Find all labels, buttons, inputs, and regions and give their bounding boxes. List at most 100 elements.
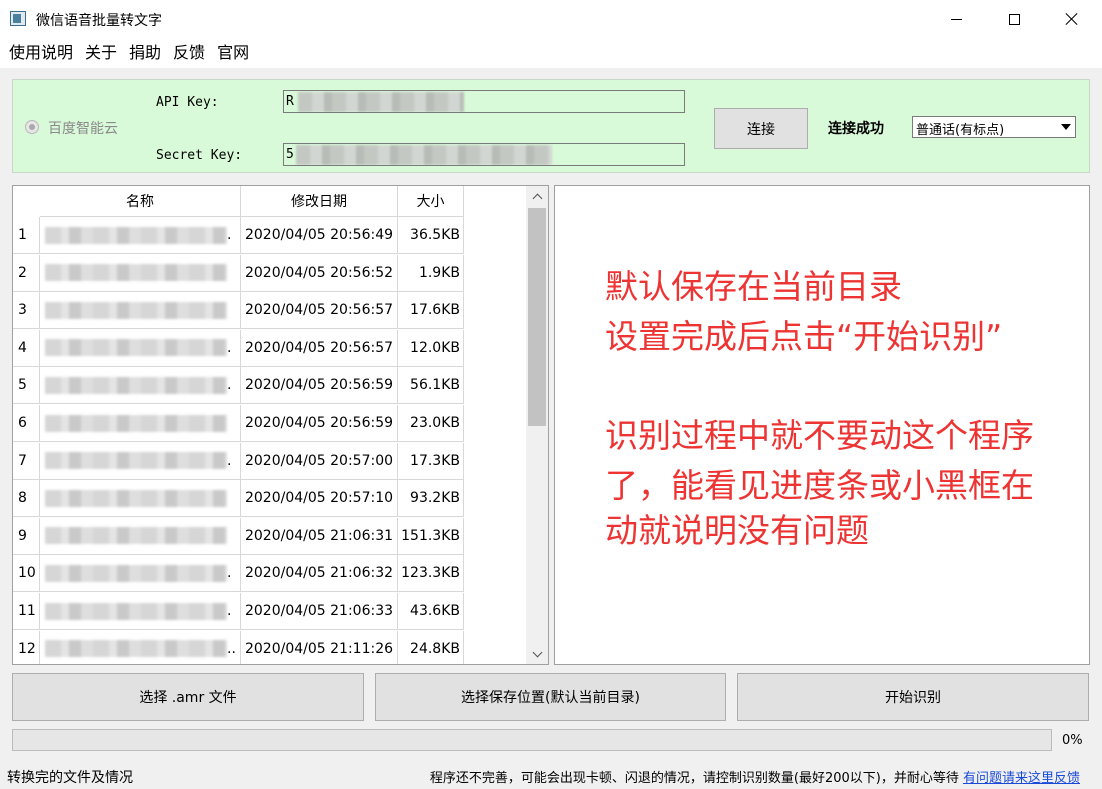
connection-panel: 百度智能云 API Key: R JSE Secret Key: 5 连接 连接… [12, 79, 1090, 173]
menu-item-donate[interactable]: 捐助 [124, 38, 166, 68]
file-name-redaction [45, 414, 227, 432]
scrollbar-thumb[interactable] [528, 208, 546, 426]
file-size: 93.2KB [398, 480, 464, 518]
title-bar: 微信语音批量转文字 [0, 0, 1102, 38]
scroll-down-button[interactable] [526, 644, 548, 664]
row-index: 7 [13, 442, 40, 480]
chevron-up-icon [532, 193, 542, 203]
table-row[interactable]: 12.. 2020/04/05 21:11:26 24.8KB [13, 630, 525, 664]
file-date: 2020/04/05 20:56:59 [241, 405, 398, 442]
file-name-redaction [45, 452, 227, 470]
file-name-suffix: . [227, 377, 232, 394]
vertical-scrollbar[interactable] [526, 186, 548, 664]
window-title: 微信语音批量转文字 [36, 13, 162, 29]
start-recognition-button[interactable]: 开始识别 [737, 673, 1089, 721]
file-date: 2020/04/05 20:56:57 [241, 292, 398, 330]
table-row[interactable]: 3 2020/04/05 20:56:57 17.6KB [13, 292, 525, 330]
table-row[interactable]: 4. 2020/04/05 20:56:57 12.0KB [13, 329, 525, 367]
file-name-redaction [45, 226, 227, 244]
file-size: 123.3KB [398, 555, 464, 593]
status-notice: 程序还不完善，可能会出现卡顿、闪退的情况，请控制识别数量(最好200以下)，并耐… [430, 767, 1080, 786]
table-row[interactable]: 2 2020/04/05 20:56:52 1.9KB [13, 254, 525, 292]
dropdown-button[interactable] [1056, 118, 1074, 136]
row-index: 3 [13, 292, 40, 330]
file-name-redaction [45, 640, 227, 658]
menu-item-feedback[interactable]: 反馈 [168, 38, 210, 68]
row-index: 12 [13, 630, 40, 664]
file-size: 36.5KB [398, 217, 464, 254]
file-size: 151.3KB [398, 517, 464, 555]
file-name-redaction [45, 489, 227, 507]
language-select[interactable]: 普通话(有标点) [912, 116, 1076, 138]
file-name [40, 254, 241, 292]
menu-item-website[interactable]: 官网 [212, 38, 254, 68]
close-icon [1065, 12, 1079, 26]
notice-text: 程序还不完善，可能会出现卡顿、闪退的情况，请控制识别数量(最好200以下)，并耐… [429, 771, 963, 786]
table-row[interactable]: 8 2020/04/05 20:57:10 93.2KB [13, 480, 525, 518]
select-amr-button[interactable]: 选择 .amr 文件 [12, 673, 364, 721]
table-row[interactable]: 1. 2020/04/05 20:56:49 36.5KB [13, 217, 525, 254]
api-key-input[interactable]: R JSE [283, 90, 685, 113]
progress-percent: 0% [1062, 733, 1083, 748]
file-name-suffix: .. [227, 640, 236, 657]
scroll-up-button[interactable] [526, 186, 548, 206]
provider-radio[interactable] [25, 120, 39, 134]
file-name: . [40, 329, 241, 367]
file-name: . [40, 367, 241, 405]
row-index: 6 [13, 405, 40, 442]
file-date: 2020/04/05 20:56:49 [241, 217, 398, 254]
file-name-suffix: . [227, 565, 232, 582]
column-header-name[interactable]: 名称 [40, 186, 241, 217]
language-value: 普通话(有标点) [916, 123, 1005, 138]
table-row[interactable]: 11. 2020/04/05 21:06:33 43.6KB [13, 593, 525, 630]
close-button[interactable] [1043, 0, 1101, 38]
table-row[interactable]: 7. 2020/04/05 20:57:00 17.3KB [13, 442, 525, 480]
chevron-down-icon [532, 647, 542, 657]
select-save-location-button[interactable]: 选择保存位置(默认当前目录) [375, 673, 726, 721]
file-date: 2020/04/05 21:11:26 [241, 630, 398, 664]
file-name [40, 480, 241, 518]
column-header-size[interactable]: 大小 [398, 186, 464, 217]
file-name-suffix: . [227, 603, 232, 619]
table-row[interactable]: 6 2020/04/05 20:56:59 23.0KB [13, 405, 525, 442]
file-name: . [40, 555, 241, 593]
api-key-redaction [298, 92, 464, 112]
row-index: 8 [13, 480, 40, 518]
file-name: . [40, 217, 241, 254]
file-name: . [40, 442, 241, 480]
secret-key-redaction [296, 145, 552, 165]
file-name: . [40, 593, 241, 630]
maximize-icon [1008, 13, 1020, 25]
file-date: 2020/04/05 20:56:59 [241, 367, 398, 405]
row-index: 11 [13, 593, 40, 630]
feedback-link[interactable]: 有问题请来这里反馈 [963, 771, 1080, 786]
row-index: 2 [13, 254, 40, 292]
column-header-date[interactable]: 修改日期 [241, 186, 398, 217]
row-index: 10 [13, 555, 40, 593]
connection-status: 连接成功 [828, 121, 884, 137]
connect-button[interactable]: 连接 [714, 108, 808, 149]
status-text: 转换完的文件及情况 [7, 770, 133, 786]
file-size: 17.6KB [398, 292, 464, 330]
menu-item-instructions[interactable]: 使用说明 [4, 38, 78, 68]
file-name [40, 292, 241, 330]
file-size: 24.8KB [398, 630, 464, 664]
file-name-redaction [45, 264, 227, 282]
file-name-suffix: . [227, 227, 232, 243]
log-line: 了，能看见进度条或小黑框在 [605, 466, 1034, 505]
file-size: 17.3KB [398, 442, 464, 480]
table-row[interactable]: 10. 2020/04/05 21:06:32 123.3KB [13, 555, 525, 593]
chevron-down-icon [1060, 124, 1071, 130]
file-name [40, 517, 241, 555]
file-name-redaction [45, 602, 227, 620]
menu-item-about[interactable]: 关于 [80, 38, 122, 68]
maximize-button[interactable] [985, 0, 1043, 38]
file-name [40, 405, 241, 442]
secret-key-input[interactable]: 5 [283, 143, 685, 166]
table-row[interactable]: 9 2020/04/05 21:06:31 151.3KB [13, 517, 525, 555]
log-line: 动就说明没有问题 [605, 511, 869, 550]
row-index: 4 [13, 329, 40, 367]
secret-key-value: 5 [286, 147, 294, 162]
minimize-button[interactable] [927, 0, 985, 38]
table-row[interactable]: 5. 2020/04/05 20:56:59 56.1KB [13, 367, 525, 405]
